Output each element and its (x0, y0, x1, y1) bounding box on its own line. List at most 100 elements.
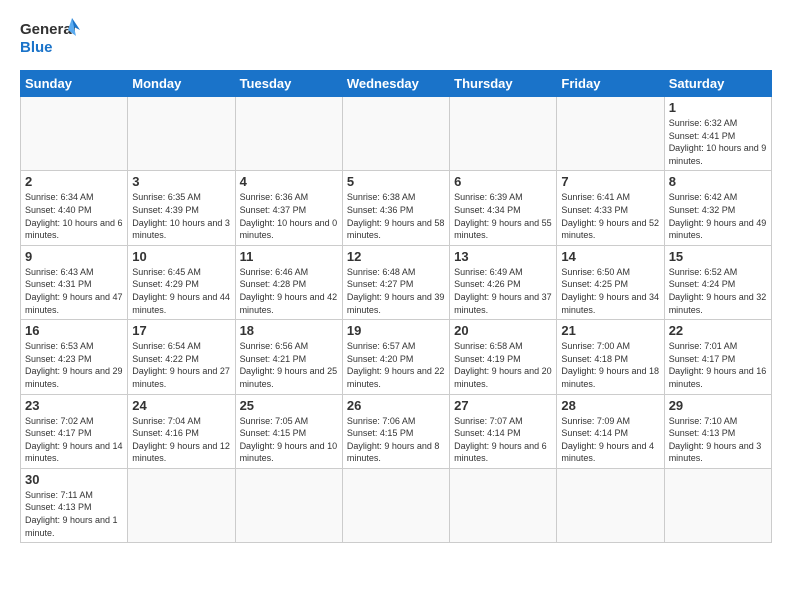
day-number: 15 (669, 249, 767, 264)
calendar-cell: 10Sunrise: 6:45 AM Sunset: 4:29 PM Dayli… (128, 245, 235, 319)
calendar-cell: 1Sunrise: 6:32 AM Sunset: 4:41 PM Daylig… (664, 97, 771, 171)
header: General Blue (20, 16, 772, 60)
day-info: Sunrise: 7:06 AM Sunset: 4:15 PM Dayligh… (347, 415, 445, 465)
calendar-cell (342, 97, 449, 171)
day-number: 12 (347, 249, 445, 264)
calendar-cell: 14 Sunrise: 6:50 AM Sunset: 4:25 PM Dayli… (557, 245, 664, 319)
calendar-cell: 6 Sunrise: 6:39 AM Sunset: 4:34 PM Daylig… (450, 171, 557, 245)
day-info: Sunrise: 6:50 AM Sunset: 4:25 PM Dayligh… (561, 266, 659, 316)
day-number: 2 (25, 174, 123, 189)
day-number: 1 (669, 100, 767, 115)
calendar-cell: 24Sunrise: 7:04 AM Sunset: 4:16 PM Dayli… (128, 394, 235, 468)
day-info: Sunrise: 6:35 AM Sunset: 4:39 PM Dayligh… (132, 191, 230, 241)
svg-text:Blue: Blue (20, 39, 53, 56)
calendar-cell (450, 468, 557, 542)
day-info: Sunrise: 6:39 AM Sunset: 4:34 PM Dayligh… (454, 191, 552, 241)
calendar-table: SundayMondayTuesdayWednesdayThursdayFrid… (20, 70, 772, 543)
day-number: 10 (132, 249, 230, 264)
generalblue-logo: General Blue (20, 16, 80, 60)
day-number: 14 (561, 249, 659, 264)
calendar-cell: 11 Sunrise: 6:46 AM Sunset: 4:28 PM Dayli… (235, 245, 342, 319)
day-number: 16 (25, 323, 123, 338)
day-number: 21 (561, 323, 659, 338)
day-number: 11 (240, 249, 338, 264)
day-number: 4 (240, 174, 338, 189)
calendar-week-row: 30 Sunrise: 7:11 AM Sunset: 4:13 PM Dayli… (21, 468, 772, 542)
svg-text:General: General (20, 21, 76, 38)
calendar-week-row: 1Sunrise: 6:32 AM Sunset: 4:41 PM Daylig… (21, 97, 772, 171)
day-number: 3 (132, 174, 230, 189)
day-info: Sunrise: 7:07 AM Sunset: 4:14 PM Dayligh… (454, 415, 552, 465)
day-info: Sunrise: 6:43 AM Sunset: 4:31 PM Dayligh… (25, 266, 123, 316)
day-number: 26 (347, 398, 445, 413)
calendar-cell (128, 97, 235, 171)
calendar-cell: 21 Sunrise: 7:00 AM Sunset: 4:18 PM Dayli… (557, 320, 664, 394)
day-info: Sunrise: 7:05 AM Sunset: 4:15 PM Dayligh… (240, 415, 338, 465)
day-info: Sunrise: 6:34 AM Sunset: 4:40 PM Dayligh… (25, 191, 123, 241)
calendar-week-row: 9 Sunrise: 6:43 AM Sunset: 4:31 PM Daylig… (21, 245, 772, 319)
calendar-cell: 18Sunrise: 6:56 AM Sunset: 4:21 PM Dayli… (235, 320, 342, 394)
calendar-cell: 27 Sunrise: 7:07 AM Sunset: 4:14 PM Dayli… (450, 394, 557, 468)
day-number: 20 (454, 323, 552, 338)
weekday-header: Sunday (21, 71, 128, 97)
calendar-cell (557, 468, 664, 542)
day-number: 23 (25, 398, 123, 413)
calendar-cell: 20Sunrise: 6:58 AM Sunset: 4:19 PM Dayli… (450, 320, 557, 394)
day-number: 27 (454, 398, 552, 413)
day-info: Sunrise: 6:53 AM Sunset: 4:23 PM Dayligh… (25, 340, 123, 390)
day-info: Sunrise: 7:11 AM Sunset: 4:13 PM Dayligh… (25, 489, 123, 539)
day-number: 6 (454, 174, 552, 189)
day-number: 13 (454, 249, 552, 264)
calendar-cell: 28Sunrise: 7:09 AM Sunset: 4:14 PM Dayli… (557, 394, 664, 468)
calendar-cell: 7Sunrise: 6:41 AM Sunset: 4:33 PM Daylig… (557, 171, 664, 245)
day-info: Sunrise: 6:46 AM Sunset: 4:28 PM Dayligh… (240, 266, 338, 316)
weekday-header: Tuesday (235, 71, 342, 97)
day-info: Sunrise: 6:57 AM Sunset: 4:20 PM Dayligh… (347, 340, 445, 390)
day-number: 19 (347, 323, 445, 338)
weekday-header: Saturday (664, 71, 771, 97)
day-number: 30 (25, 472, 123, 487)
calendar-week-row: 2 Sunrise: 6:34 AM Sunset: 4:40 PM Daylig… (21, 171, 772, 245)
weekday-header: Wednesday (342, 71, 449, 97)
weekday-header: Monday (128, 71, 235, 97)
calendar-cell: 26 Sunrise: 7:06 AM Sunset: 4:15 PM Dayli… (342, 394, 449, 468)
day-number: 22 (669, 323, 767, 338)
day-info: Sunrise: 6:41 AM Sunset: 4:33 PM Dayligh… (561, 191, 659, 241)
day-number: 8 (669, 174, 767, 189)
day-info: Sunrise: 6:49 AM Sunset: 4:26 PM Dayligh… (454, 266, 552, 316)
calendar-cell: 4Sunrise: 6:36 AM Sunset: 4:37 PM Daylig… (235, 171, 342, 245)
calendar-cell: 23 Sunrise: 7:02 AM Sunset: 4:17 PM Dayli… (21, 394, 128, 468)
logo: General Blue (20, 16, 80, 60)
calendar-cell: 25 Sunrise: 7:05 AM Sunset: 4:15 PM Dayli… (235, 394, 342, 468)
day-info: Sunrise: 6:48 AM Sunset: 4:27 PM Dayligh… (347, 266, 445, 316)
calendar-cell: 30 Sunrise: 7:11 AM Sunset: 4:13 PM Dayli… (21, 468, 128, 542)
day-info: Sunrise: 6:42 AM Sunset: 4:32 PM Dayligh… (669, 191, 767, 241)
calendar-cell (21, 97, 128, 171)
calendar-cell (235, 468, 342, 542)
day-number: 25 (240, 398, 338, 413)
calendar-cell: 9 Sunrise: 6:43 AM Sunset: 4:31 PM Daylig… (21, 245, 128, 319)
day-number: 9 (25, 249, 123, 264)
calendar-cell: 22 Sunrise: 7:01 AM Sunset: 4:17 PM Dayli… (664, 320, 771, 394)
day-number: 17 (132, 323, 230, 338)
calendar-cell: 19 Sunrise: 6:57 AM Sunset: 4:20 PM Dayli… (342, 320, 449, 394)
calendar-header-row: SundayMondayTuesdayWednesdayThursdayFrid… (21, 71, 772, 97)
calendar-week-row: 16 Sunrise: 6:53 AM Sunset: 4:23 PM Dayli… (21, 320, 772, 394)
calendar-cell: 13 Sunrise: 6:49 AM Sunset: 4:26 PM Dayli… (450, 245, 557, 319)
day-info: Sunrise: 7:00 AM Sunset: 4:18 PM Dayligh… (561, 340, 659, 390)
day-info: Sunrise: 6:54 AM Sunset: 4:22 PM Dayligh… (132, 340, 230, 390)
day-info: Sunrise: 7:10 AM Sunset: 4:13 PM Dayligh… (669, 415, 767, 465)
calendar-cell: 12 Sunrise: 6:48 AM Sunset: 4:27 PM Dayli… (342, 245, 449, 319)
day-info: Sunrise: 7:09 AM Sunset: 4:14 PM Dayligh… (561, 415, 659, 465)
day-number: 29 (669, 398, 767, 413)
day-info: Sunrise: 6:52 AM Sunset: 4:24 PM Dayligh… (669, 266, 767, 316)
weekday-header: Thursday (450, 71, 557, 97)
calendar-cell: 2 Sunrise: 6:34 AM Sunset: 4:40 PM Daylig… (21, 171, 128, 245)
calendar-cell (450, 97, 557, 171)
day-info: Sunrise: 7:02 AM Sunset: 4:17 PM Dayligh… (25, 415, 123, 465)
day-number: 24 (132, 398, 230, 413)
day-info: Sunrise: 6:56 AM Sunset: 4:21 PM Dayligh… (240, 340, 338, 390)
calendar-cell: 17 Sunrise: 6:54 AM Sunset: 4:22 PM Dayli… (128, 320, 235, 394)
calendar-cell: 5Sunrise: 6:38 AM Sunset: 4:36 PM Daylig… (342, 171, 449, 245)
day-info: Sunrise: 7:01 AM Sunset: 4:17 PM Dayligh… (669, 340, 767, 390)
